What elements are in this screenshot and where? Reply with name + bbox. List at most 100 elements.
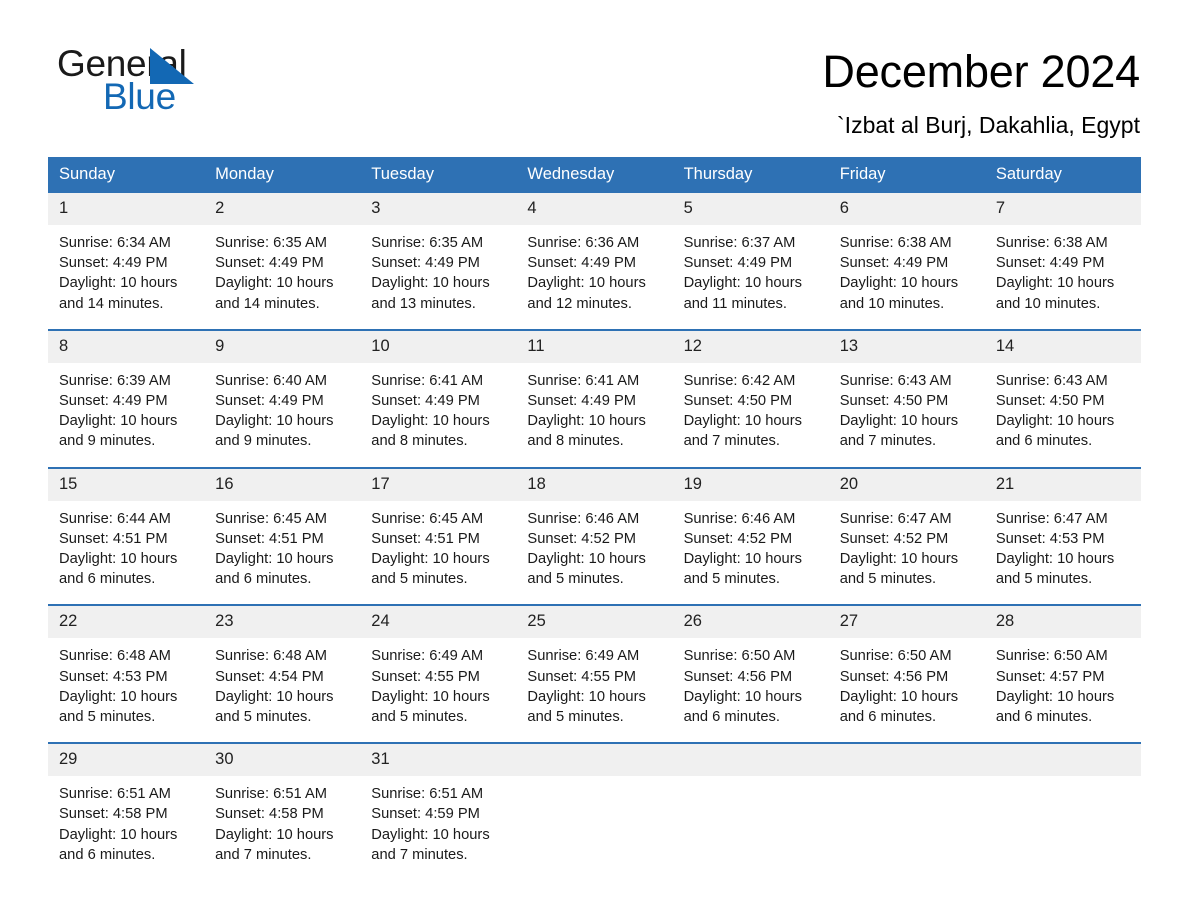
day-number: 19 [672,468,829,501]
sunset-text: Sunset: 4:50 PM [683,393,793,410]
day-cell[interactable]: 7 Sunrise: 6:38 AM Sunset: 4:49 PM Daylight… [984,193,1141,314]
week-row: 22 Sunrise: 6:48 AM Sunset: 4:53 PM Dayligh… [48,604,1141,728]
day-cell[interactable]: 25 Sunrise: 6:49 AM Sunset: 4:55 PM Dayligh… [516,606,673,728]
day-details: Sunrise: 6:38 AM Sunset: 4:49 PM Daylight:… [829,225,985,314]
sunset-text: Sunset: 4:49 PM [527,255,637,272]
page-subtitle: `Izbat al Burj, Dakahlia, Egypt [837,112,1140,138]
page-title: December 2024 [822,46,1140,97]
day-cell[interactable]: 20 Sunrise: 6:47 AM Sunset: 4:52 PM Dayligh… [828,468,985,590]
day-cell[interactable]: 9 Sunrise: 6:40 AM Sunset: 4:49 PM Daylight… [204,330,361,452]
daylight-text: Daylight: 10 hours and 10 minutes. [995,275,1115,312]
day-cell[interactable]: 18 Sunrise: 6:46 AM Sunset: 4:52 PM Dayligh… [516,468,673,590]
sunrise-text: Sunrise: 6:51 AM [371,786,484,803]
day-number: 15 [48,468,205,501]
day-cell[interactable]: 12 Sunrise: 6:42 AM Sunset: 4:50 PM Dayligh… [672,330,829,452]
sunset-text: Sunset: 4:59 PM [371,806,480,823]
sunset-text: Sunset: 4:52 PM [839,530,949,547]
sunrise-text: Sunrise: 6:47 AM [995,510,1108,527]
daylight-text: Daylight: 10 hours and 8 minutes. [371,413,490,450]
day-cell[interactable]: 5 Sunrise: 6:37 AM Sunset: 4:49 PM Daylight… [672,193,829,314]
day-cell[interactable]: 8 Sunrise: 6:39 AM Sunset: 4:49 PM Daylight… [48,330,205,452]
day-cell[interactable]: 27 Sunrise: 6:50 AM Sunset: 4:56 PM Dayligh… [828,606,985,728]
week-spacer [48,727,1141,743]
sunset-text: Sunset: 4:57 PM [995,668,1105,685]
day-cell[interactable]: 21 Sunrise: 6:47 AM Sunset: 4:53 PM Dayligh… [984,468,1141,590]
day-number: 3 [360,193,517,225]
day-cell[interactable]: 15 Sunrise: 6:44 AM Sunset: 4:51 PM Dayligh… [48,468,205,590]
sunrise-text: Sunrise: 6:39 AM [59,372,171,389]
day-cell[interactable]: 11 Sunrise: 6:41 AM Sunset: 4:49 PM Dayligh… [516,330,673,452]
day-details: Sunrise: 6:34 AM Sunset: 4:49 PM Daylight:… [48,225,204,314]
day-cell[interactable]: 31 Sunrise: 6:51 AM Sunset: 4:59 PM Dayligh… [360,744,517,866]
day-cell[interactable]: 26 Sunrise: 6:50 AM Sunset: 4:56 PM Dayligh… [672,606,829,728]
sunset-text: Sunset: 4:55 PM [371,668,480,685]
sunrise-text: Sunrise: 6:43 AM [839,372,952,389]
day-details: Sunrise: 6:47 AM Sunset: 4:53 PM Daylight:… [985,501,1141,590]
day-cell[interactable]: 4 Sunrise: 6:36 AM Sunset: 4:49 PM Daylight… [516,193,673,314]
day-number: 30 [204,744,361,777]
day-cell[interactable]: 28 Sunrise: 6:50 AM Sunset: 4:57 PM Dayligh… [984,606,1141,728]
day-cell[interactable]: 16 Sunrise: 6:45 AM Sunset: 4:51 PM Dayligh… [204,468,361,590]
day-number: 17 [360,468,517,501]
weekday-sunday: Sunday [59,165,115,183]
day-cell[interactable]: 19 Sunrise: 6:46 AM Sunset: 4:52 PM Dayligh… [672,468,829,590]
daylight-text: Daylight: 10 hours and 5 minutes. [215,688,334,726]
daylight-text: Daylight: 10 hours and 5 minutes. [527,688,646,726]
day-number: 13 [828,330,985,363]
day-details: Sunrise: 6:45 AM Sunset: 4:51 PM Daylight:… [360,501,516,590]
day-details: Sunrise: 6:43 AM Sunset: 4:50 PM Daylight:… [829,363,985,452]
day-cell[interactable]: 17 Sunrise: 6:45 AM Sunset: 4:51 PM Dayligh… [360,468,517,590]
daylight-text: Daylight: 10 hours and 8 minutes. [527,413,646,450]
sunset-text: Sunset: 4:49 PM [683,255,793,272]
daylight-text: Daylight: 10 hours and 10 minutes. [839,275,959,312]
sunset-text: Sunset: 4:49 PM [215,255,324,272]
sunrise-text: Sunrise: 6:50 AM [839,648,952,665]
generalblue-logo[interactable]: General Blue [57,44,317,124]
calendar-page: General Blue December 2024 `Izbat al Bur… [0,0,1188,918]
day-number: 9 [204,330,361,363]
day-number: 24 [360,606,517,639]
day-cell[interactable]: 29 Sunrise: 6:51 AM Sunset: 4:58 PM Dayligh… [48,744,205,866]
day-cell[interactable]: 10 Sunrise: 6:41 AM Sunset: 4:49 PM Dayligh… [360,330,517,452]
week-spacer [48,313,1141,329]
day-details: Sunrise: 6:51 AM Sunset: 4:58 PM Daylight:… [204,776,360,865]
day-cell[interactable]: 3 Sunrise: 6:35 AM Sunset: 4:49 PM Daylight… [360,193,517,314]
day-cell[interactable]: 22 Sunrise: 6:48 AM Sunset: 4:53 PM Dayligh… [48,606,205,728]
sunrise-text: Sunrise: 6:40 AM [215,372,327,389]
sunrise-text: Sunrise: 6:43 AM [995,372,1108,389]
sunset-text: Sunset: 4:54 PM [215,668,324,685]
sunrise-text: Sunrise: 6:35 AM [371,235,484,251]
day-cell[interactable]: 6 Sunrise: 6:38 AM Sunset: 4:49 PM Daylight… [828,193,985,314]
week-row: 15 Sunrise: 6:44 AM Sunset: 4:51 PM Dayligh… [48,466,1141,590]
daylight-text: Daylight: 10 hours and 5 minutes. [995,551,1115,588]
day-cell[interactable]: 24 Sunrise: 6:49 AM Sunset: 4:55 PM Dayligh… [360,606,517,728]
day-details: Sunrise: 6:44 AM Sunset: 4:51 PM Daylight:… [48,501,204,590]
day-cell[interactable]: 23 Sunrise: 6:48 AM Sunset: 4:54 PM Dayligh… [204,606,361,728]
sunset-text: Sunset: 4:49 PM [59,255,168,272]
sunset-text: Sunset: 4:49 PM [59,393,168,410]
day-cell[interactable]: 14 Sunrise: 6:43 AM Sunset: 4:50 PM Dayligh… [984,330,1141,452]
week-row: 29 Sunrise: 6:51 AM Sunset: 4:58 PM Dayligh… [48,742,1141,866]
day-cell[interactable]: 13 Sunrise: 6:43 AM Sunset: 4:50 PM Dayligh… [828,330,985,452]
sunset-text: Sunset: 4:49 PM [215,393,324,410]
day-cell-empty [516,744,673,866]
day-cell[interactable]: 1 Sunrise: 6:34 AM Sunset: 4:49 PM Daylight… [48,193,205,314]
day-details: Sunrise: 6:41 AM Sunset: 4:49 PM Daylight:… [516,363,672,452]
daylight-text: Daylight: 10 hours and 6 minutes. [995,413,1115,450]
sunrise-text: Sunrise: 6:38 AM [839,235,952,251]
day-cell[interactable]: 30 Sunrise: 6:51 AM Sunset: 4:58 PM Dayligh… [204,744,361,866]
daylight-text: Daylight: 10 hours and 7 minutes. [839,413,959,450]
weekday-header-row: Sunday Monday Tuesday Wednesday Thursday… [48,157,1141,193]
sunrise-text: Sunrise: 6:51 AM [59,786,171,803]
day-cell[interactable]: 2 Sunrise: 6:35 AM Sunset: 4:49 PM Daylight… [204,193,361,314]
day-number: 12 [672,330,829,363]
sunrise-text: Sunrise: 6:45 AM [371,510,484,527]
daylight-text: Daylight: 10 hours and 11 minutes. [683,275,802,312]
weekday-thursday: Thursday [683,165,753,183]
day-number: 2 [204,193,361,225]
day-number: 23 [204,606,361,639]
day-number: 22 [48,606,205,639]
day-number: 31 [360,744,517,777]
sunset-text: Sunset: 4:52 PM [527,530,637,547]
sunrise-text: Sunrise: 6:48 AM [59,648,171,665]
